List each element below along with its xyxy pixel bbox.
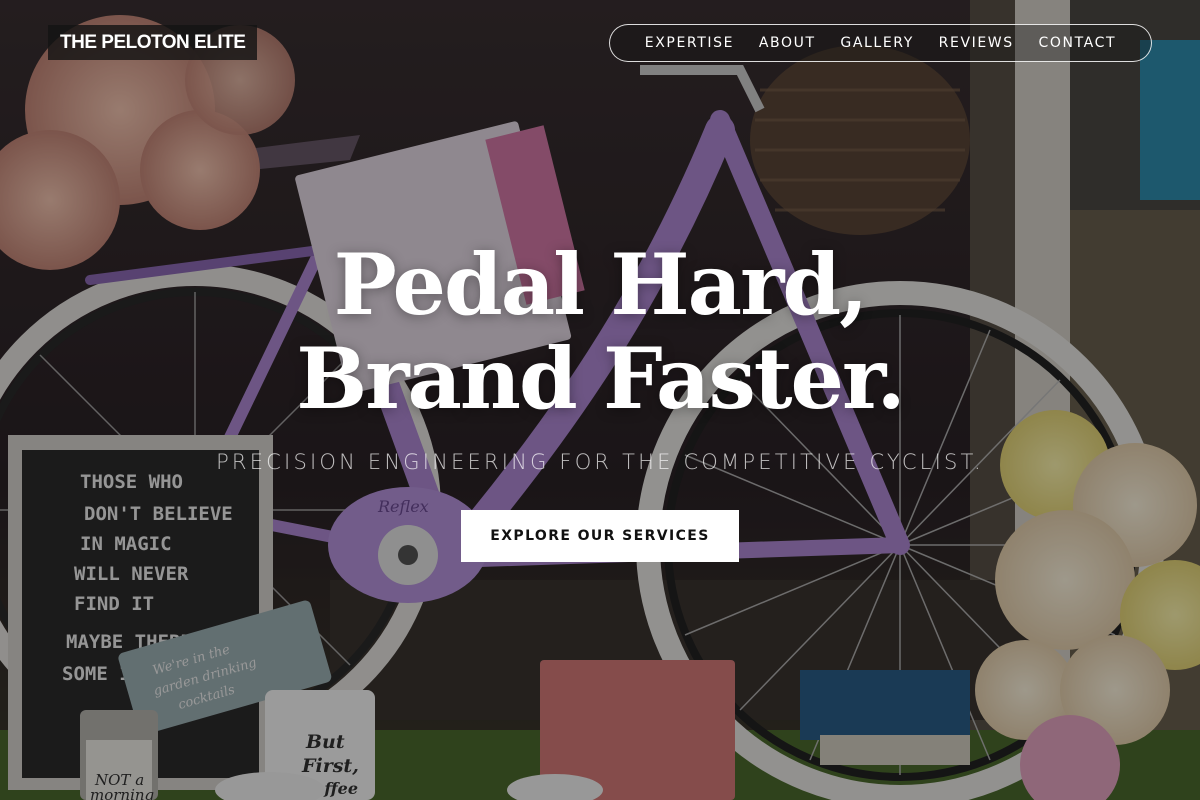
nav-link-expertise[interactable]: EXPERTISE <box>645 35 734 51</box>
hero-subtitle: PRECISION ENGINEERING FOR THE COMPETITIV… <box>216 450 984 474</box>
hero-headline-line-1: Pedal Hard, <box>333 235 869 334</box>
site-logo[interactable]: THE PELOTON ELITE <box>48 25 258 60</box>
main-navigation: EXPERTISE ABOUT GALLERY REVIEWS CONTACT <box>609 24 1152 62</box>
nav-link-about[interactable]: ABOUT <box>759 35 816 51</box>
hero-section: Reflex THOSE WHO DON'T BELIEVE IN MAGIC … <box>0 0 1200 800</box>
hero-headline-line-2: Brand Faster. <box>296 329 906 428</box>
nav-link-reviews[interactable]: REVIEWS <box>939 35 1014 51</box>
explore-services-button[interactable]: EXPLORE OUR SERVICES <box>461 510 739 562</box>
nav-link-contact[interactable]: CONTACT <box>1039 35 1117 51</box>
site-logo-text: THE PELOTON ELITE <box>60 31 246 53</box>
hero-headline: Pedal Hard, Brand Faster. <box>0 238 1200 426</box>
nav-link-gallery[interactable]: GALLERY <box>840 35 913 51</box>
